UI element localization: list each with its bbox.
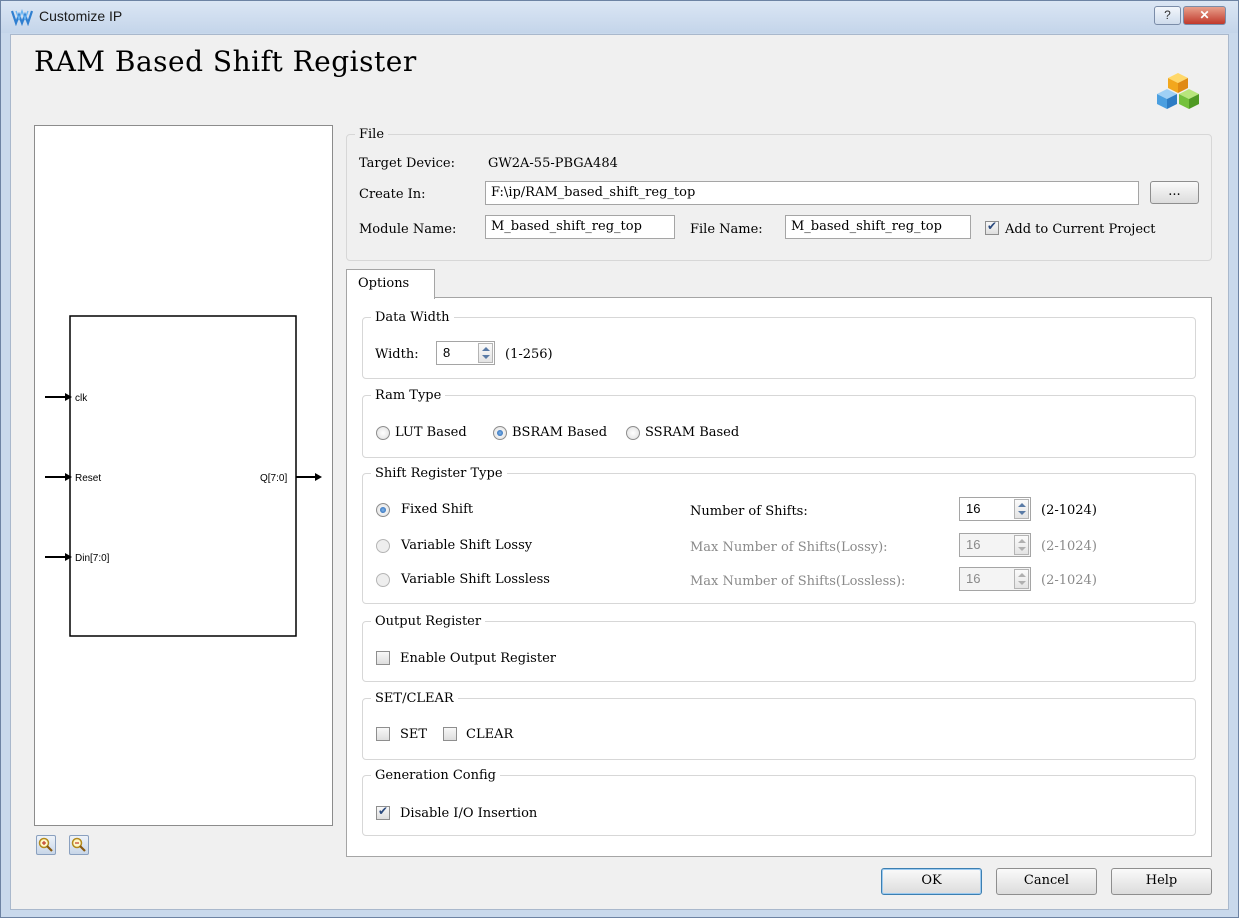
ssram-based-label: SSRAM Based [645,425,740,440]
set-clear-legend: SET/CLEAR [375,691,454,706]
fixed-shift-label: Fixed Shift [401,502,474,517]
disable-io-insertion-checkbox[interactable] [376,804,390,820]
add-to-project-label: Add to Current Project [1005,222,1156,237]
ram-type-legend: Ram Type [375,388,442,403]
lut-based-label: LUT Based [395,425,467,440]
enable-output-register-label: Enable Output Register [400,651,556,666]
max-shifts-lossless-value: 16 [966,571,981,586]
width-spinbox[interactable]: 8 [436,341,495,365]
bsram-based-label: BSRAM Based [512,425,608,440]
close-button[interactable]: ✕ [1183,6,1226,25]
max-shifts-lossy-value: 16 [966,537,981,552]
spin-arrows-icon[interactable] [1014,499,1029,519]
module-name-label: Module Name: [359,222,457,237]
help-button[interactable]: Help [1111,868,1212,895]
help-title-button[interactable]: ? [1154,6,1181,25]
output-register-group: Output Register [362,614,1196,682]
max-shifts-lossless-range: (2-1024) [1041,573,1097,588]
lut-based-radio[interactable] [376,426,390,440]
gowin-logo-icon [11,9,33,26]
tab-options[interactable]: Options [346,269,435,299]
add-to-project-checkbox[interactable] [985,219,999,235]
generation-config-legend: Generation Config [375,768,496,783]
max-shifts-lossy-label: Max Number of Shifts(Lossy): [690,540,888,555]
spin-arrows-icon[interactable] [478,343,493,363]
max-shifts-lossy-range: (2-1024) [1041,539,1097,554]
variable-shift-lossy-label: Variable Shift Lossy [401,538,533,553]
cancel-button[interactable]: Cancel [996,868,1097,895]
max-shifts-lossless-spinbox[interactable]: 16 [959,567,1031,591]
width-value: 8 [443,345,451,360]
zoom-in-button[interactable] [36,835,56,855]
zoom-out-icon [71,837,86,852]
target-device-label: Target Device: [359,156,455,171]
number-of-shifts-spinbox[interactable]: 16 [959,497,1031,521]
set-label: SET [400,727,428,742]
width-label: Width: [375,347,419,362]
bsram-based-radio[interactable] [493,426,507,440]
max-shifts-lossy-spinbox[interactable]: 16 [959,533,1031,557]
window-title: Customize IP [39,8,123,24]
generation-config-group: Generation Config [362,768,1196,836]
create-in-label: Create In: [359,187,426,202]
port-label-reset: Reset [75,473,101,484]
spin-arrows-icon[interactable] [1014,569,1029,589]
data-width-legend: Data Width [375,310,450,325]
page-title: RAM Based Shift Register [34,45,417,78]
number-of-shifts-value: 16 [966,501,981,516]
file-name-label: File Name: [690,222,763,237]
q-port-arrow [315,473,322,481]
ok-button[interactable]: OK [881,868,982,895]
target-device-value: GW2A-55-PBGA484 [488,156,618,171]
customize-ip-window: Customize IP ? ✕ RAM Based Shift Registe… [0,0,1239,918]
fixed-shift-radio[interactable] [376,503,390,517]
set-checkbox[interactable] [376,727,390,741]
zoom-out-button[interactable] [69,835,89,855]
variable-shift-lossless-radio[interactable] [376,573,390,587]
ssram-based-radio[interactable] [626,426,640,440]
number-of-shifts-label: Number of Shifts: [690,504,808,519]
create-in-field[interactable]: F:\ip/RAM_based_shift_reg_top [485,181,1139,205]
zoom-in-icon [38,837,53,852]
ip-cubes-icon [1157,73,1199,109]
set-clear-group: SET/CLEAR [362,691,1196,760]
port-label-q: Q[7:0] [260,473,287,484]
disable-io-insertion-label: Disable I/O Insertion [400,806,538,821]
module-name-field[interactable]: M_based_shift_reg_top [485,215,675,239]
file-name-field[interactable]: M_based_shift_reg_top [785,215,971,239]
clear-label: CLEAR [466,727,514,742]
width-range: (1-256) [505,347,553,362]
spin-arrows-icon[interactable] [1014,535,1029,555]
module-symbol-diagram: clk Reset Din[7:0] Q[7:0] [45,315,322,637]
port-label-din: Din[7:0] [75,553,110,564]
clear-checkbox[interactable] [443,727,457,741]
number-of-shifts-range: (2-1024) [1041,503,1097,518]
browse-button[interactable]: ... [1150,181,1199,204]
file-legend: File [359,127,385,142]
title-bar[interactable]: Customize IP ? ✕ [1,1,1238,33]
output-register-legend: Output Register [375,614,482,629]
variable-shift-lossless-label: Variable Shift Lossless [401,572,550,587]
variable-shift-lossy-radio[interactable] [376,539,390,553]
shift-register-type-legend: Shift Register Type [375,466,503,481]
ram-type-group: Ram Type [362,388,1196,458]
port-label-clk: clk [75,393,88,404]
symbol-preview-panel: clk Reset Din[7:0] Q[7:0] [34,125,333,826]
enable-output-register-checkbox[interactable] [376,651,390,665]
max-shifts-lossless-label: Max Number of Shifts(Lossless): [690,574,906,589]
